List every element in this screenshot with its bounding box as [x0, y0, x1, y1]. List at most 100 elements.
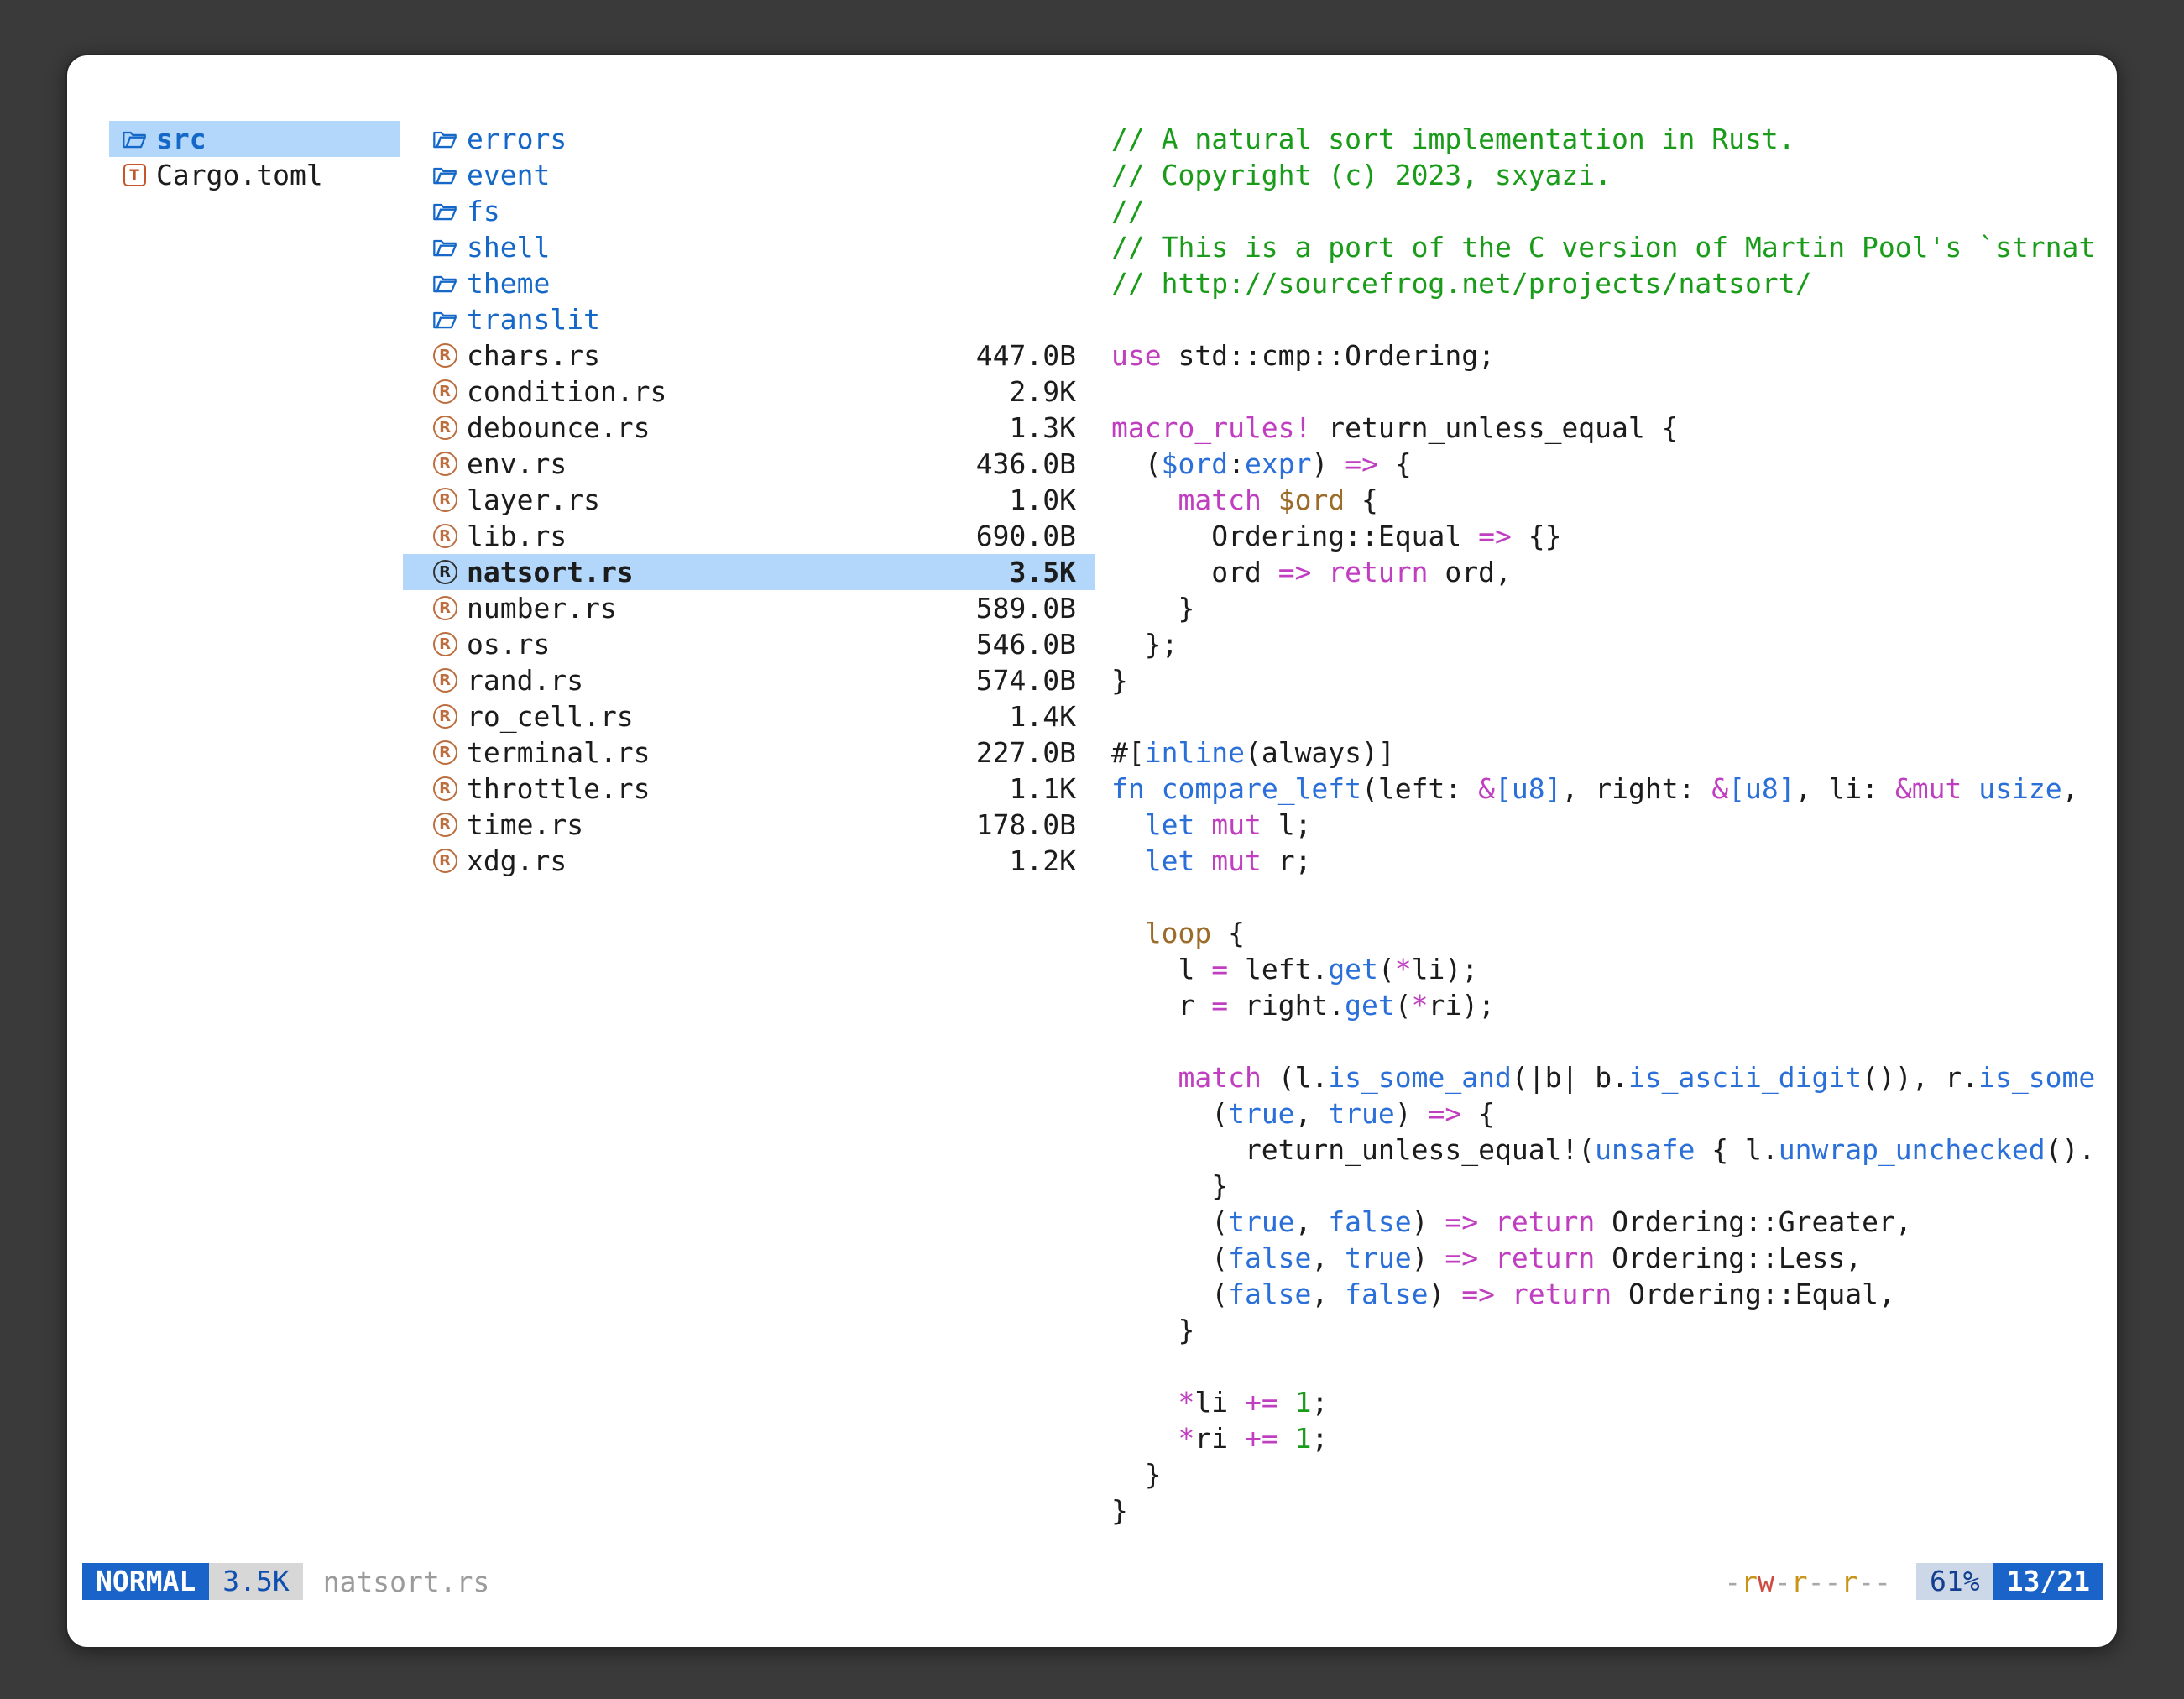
code-line: *li += 1;: [1111, 1384, 2117, 1420]
code-line: }: [1111, 590, 2117, 626]
item-label: event: [467, 159, 550, 191]
code-line: l = left.get(*li);: [1111, 951, 2117, 987]
code-line: fn compare_left(left: &[u8], right: &[u8…: [1111, 771, 2117, 807]
item-label: terminal.rs: [467, 736, 650, 769]
current-item-file-terminal.rs[interactable]: Rterminal.rs 227.0B: [403, 734, 1095, 771]
current-item-file-debounce.rs[interactable]: Rdebounce.rs 1.3K: [403, 410, 1095, 446]
folder-icon: [430, 234, 460, 261]
rust-file-icon: R: [430, 524, 460, 548]
code-line: (true, false) => return Ordering::Greate…: [1111, 1204, 2117, 1240]
current-item-file-natsort.rs[interactable]: Rnatsort.rs3.5K: [403, 554, 1095, 590]
file-manager-window: srcTCargo.toml errorseventfsshellthemetr…: [65, 54, 2119, 1649]
current-item-file-condition.rs[interactable]: Rcondition.rs 2.9K: [403, 374, 1095, 410]
file-size-badge: 3.5K: [209, 1563, 302, 1600]
item-label: ro_cell.rs: [467, 700, 634, 733]
code-line: (true, true) => {: [1111, 1095, 2117, 1132]
rust-file-icon: R: [430, 379, 460, 404]
item-label: shell: [467, 231, 550, 264]
mode-badge: NORMAL: [82, 1563, 209, 1600]
status-bar-left: NORMAL 3.5K natsort.rs: [82, 1563, 489, 1600]
current-item-file-ro_cell.rs[interactable]: Rro_cell.rs1.4K: [403, 698, 1095, 734]
code-line: (false, true) => return Ordering::Less,: [1111, 1240, 2117, 1276]
rust-file-icon: R: [430, 849, 460, 873]
code-line: loop {: [1111, 915, 2117, 951]
current-item-file-throttle.rs[interactable]: Rthrottle.rs1.1K: [403, 771, 1095, 807]
item-label: os.rs: [467, 628, 550, 661]
code-line: match $ord {: [1111, 482, 2117, 518]
item-size: 178.0B: [976, 808, 1076, 841]
item-size: 1.1K: [1010, 772, 1076, 805]
current-item-file-time.rs[interactable]: Rtime.rs178.0B: [403, 807, 1095, 843]
item-size: 2.9K: [1010, 375, 1076, 408]
code-line: [1111, 374, 2117, 410]
item-label: env.rs: [467, 447, 567, 480]
item-size: 546.0B: [976, 628, 1076, 661]
current-item-file-os.rs[interactable]: Ros.rs 546.0B: [403, 626, 1095, 662]
permissions-text: -rw-r--r--: [1724, 1566, 1891, 1598]
current-item-dir-shell[interactable]: shell: [403, 229, 1095, 265]
item-label: translit: [467, 303, 600, 336]
code-line: (false, false) => return Ordering::Equal…: [1111, 1276, 2117, 1312]
rust-file-icon: R: [430, 740, 460, 765]
code-line: // Copyright (c) 2023, sxyazi.: [1111, 157, 2117, 193]
code-line: }: [1111, 662, 2117, 698]
rust-file-icon: R: [430, 416, 460, 440]
current-item-file-env.rs[interactable]: Renv.rs436.0B: [403, 446, 1095, 482]
code-line: // http://sourcefrog.net/projects/natsor…: [1111, 265, 2117, 301]
code-line: let mut l;: [1111, 807, 2117, 843]
item-label: rand.rs: [467, 664, 583, 697]
current-item-file-number.rs[interactable]: Rnumber.rs589.0B: [403, 590, 1095, 626]
code-line: }: [1111, 1168, 2117, 1204]
item-label: layer.rs: [467, 484, 600, 516]
preview-pane[interactable]: // A natural sort implementation in Rust…: [1111, 121, 2117, 1558]
parent-item-dir-src[interactable]: src: [109, 121, 400, 157]
item-label: lib.rs: [467, 520, 567, 552]
status-bar-right: -rw-r--r-- 61% 13/21: [1724, 1563, 2103, 1600]
code-line: }: [1111, 1312, 2117, 1348]
current-item-dir-fs[interactable]: fs: [403, 193, 1095, 229]
current-item-file-chars.rs[interactable]: Rchars.rs447.0B: [403, 337, 1095, 374]
rust-file-icon: R: [430, 452, 460, 476]
status-filename: natsort.rs: [323, 1566, 490, 1598]
code-line: ord => return ord,: [1111, 554, 2117, 590]
item-label: theme: [467, 267, 550, 300]
item-label: condition.rs: [467, 375, 666, 408]
rust-file-icon: R: [430, 632, 460, 656]
current-item-dir-theme[interactable]: theme: [403, 265, 1095, 301]
item-label: debounce.rs: [467, 411, 650, 444]
code-line: [1111, 1348, 2117, 1384]
current-item-dir-errors[interactable]: errors: [403, 121, 1095, 157]
current-item-file-lib.rs[interactable]: Rlib.rs690.0B: [403, 518, 1095, 554]
folder-icon: [430, 162, 460, 189]
item-label: xdg.rs: [467, 844, 567, 877]
item-label: chars.rs: [467, 339, 600, 372]
item-size: 1.4K: [1010, 700, 1076, 733]
item-label: natsort.rs: [467, 556, 634, 588]
code-line: //: [1111, 193, 2117, 229]
rust-file-icon: R: [430, 343, 460, 368]
code-line: r = right.get(*ri);: [1111, 987, 2117, 1023]
item-size: 227.0B: [976, 736, 1076, 769]
code-line: Ordering::Equal => {}: [1111, 518, 2117, 554]
parent-item-file-Cargo.toml[interactable]: TCargo.toml: [109, 157, 400, 193]
toml-file-icon: T: [119, 164, 149, 186]
code-line: #[inline(always)]: [1111, 734, 2117, 771]
code-line: }: [1111, 1456, 2117, 1493]
code-line: [1111, 879, 2117, 915]
current-item-file-xdg.rs[interactable]: Rxdg.rs 1.2K: [403, 843, 1095, 879]
item-size: 1.0K: [1010, 484, 1076, 516]
folder-icon: [430, 198, 460, 225]
item-size: 1.2K: [1010, 844, 1076, 877]
item-size: 1.3K: [1010, 411, 1076, 444]
current-item-file-layer.rs[interactable]: Rlayer.rs1.0K: [403, 482, 1095, 518]
code-line: use std::cmp::Ordering;: [1111, 337, 2117, 374]
code-line: ($ord:expr) => {: [1111, 446, 2117, 482]
item-size: 3.5K: [1010, 556, 1076, 588]
item-label: time.rs: [467, 808, 583, 841]
code-line: [1111, 698, 2117, 734]
current-item-file-rand.rs[interactable]: Rrand.rs574.0B: [403, 662, 1095, 698]
current-item-dir-translit[interactable]: translit: [403, 301, 1095, 337]
rust-file-icon: R: [430, 668, 460, 693]
scroll-percent-badge: 61%: [1916, 1563, 1993, 1600]
current-item-dir-event[interactable]: event: [403, 157, 1095, 193]
